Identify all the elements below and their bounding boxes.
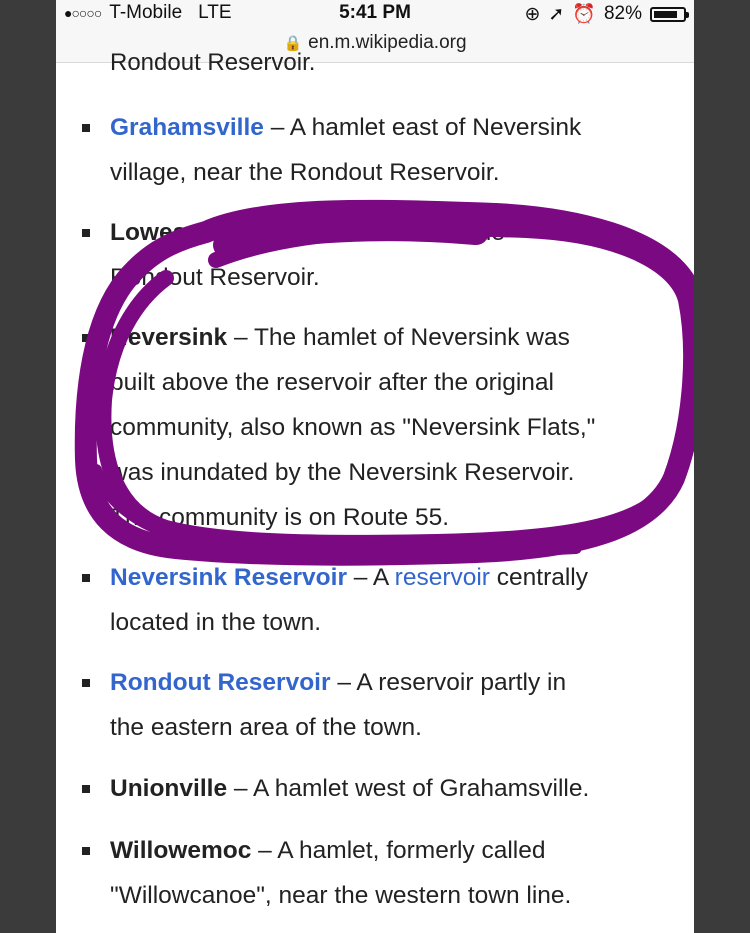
phone-screen: ●○○○○ T-Mobile LTE 5:41 PM ⊕ ➚ ⏰ 82% 🔒 en…: [56, 0, 694, 933]
bullet: [82, 847, 90, 855]
item-text: the eastern area of the town.: [110, 714, 422, 741]
link-grahamsville[interactable]: Grahamsville: [110, 114, 264, 141]
item-text: located in the town.: [110, 609, 322, 636]
url-text: en.m.wikipedia.org: [308, 32, 467, 53]
item-text: community, also known as "Neversink Flat…: [110, 414, 596, 441]
item-text: – A hamlet west of Grahamsville.: [227, 775, 590, 802]
rotation-lock-icon: ⊕: [524, 3, 541, 25]
bullet: [82, 679, 90, 687]
battery-percent: 82%: [603, 3, 642, 24]
left-bezel: [0, 0, 56, 933]
item-text: – A reservoir partly in: [330, 669, 567, 696]
link-reservoir[interactable]: reservoir: [395, 564, 490, 591]
right-bezel: [694, 0, 750, 933]
item-text: – The hamlet of Neversink was: [227, 324, 570, 351]
item-text: – A hamlet near the: [287, 219, 505, 246]
bullet: [82, 785, 90, 793]
bullet: [82, 124, 90, 132]
list-item: Lowes Corners – A hamlet near the Rondou…: [82, 210, 670, 300]
link-rondout-reservoir[interactable]: Rondout Reservoir: [110, 669, 331, 696]
item-text: centrally: [489, 564, 589, 591]
link-neversink-reservoir[interactable]: Neversink Reservoir: [110, 564, 347, 591]
bullet: [82, 334, 90, 342]
list-item: Willowemoc – A hamlet, formerly called "…: [82, 828, 670, 918]
item-text: The community is on Route 55.: [110, 504, 450, 531]
list-item: Neversink Reservoir – A reservoir centra…: [82, 555, 670, 645]
item-name: Neversink: [110, 324, 228, 351]
location-arrow-icon: ➚: [548, 3, 565, 25]
item-text: built above the reservoir after the orig…: [110, 369, 554, 396]
bullet: [82, 574, 90, 582]
item-name: Lowes Corners: [110, 219, 287, 246]
list-item: Rondout Reservoir – A reservoir partly i…: [82, 660, 670, 750]
item-text: – A hamlet east of Neversink: [263, 114, 582, 141]
item-text: "Willowcanoe", near the western town lin…: [110, 882, 572, 909]
list-item: Unionville – A hamlet west of Grahamsvil…: [82, 766, 670, 811]
clipped-text: Rondout Reservoir.: [110, 49, 316, 76]
battery-icon: [650, 6, 689, 22]
item-text: village, near the Rondout Reservoir.: [110, 159, 500, 186]
item-text: – A: [346, 564, 395, 591]
item-text: was inundated by the Neversink Reservoir…: [110, 459, 575, 486]
alarm-icon: ⏰: [572, 4, 596, 25]
list-item: Grahamsville – A hamlet east of Neversin…: [82, 105, 670, 195]
bullet: [82, 229, 90, 237]
list-item: Neversink – The hamlet of Neversink was …: [82, 315, 670, 540]
item-name: Willowemoc: [110, 837, 252, 864]
item-text: – A hamlet, formerly called: [251, 837, 546, 864]
item-text: Rondout Reservoir.: [110, 264, 320, 291]
item-name: Unionville: [110, 775, 228, 802]
